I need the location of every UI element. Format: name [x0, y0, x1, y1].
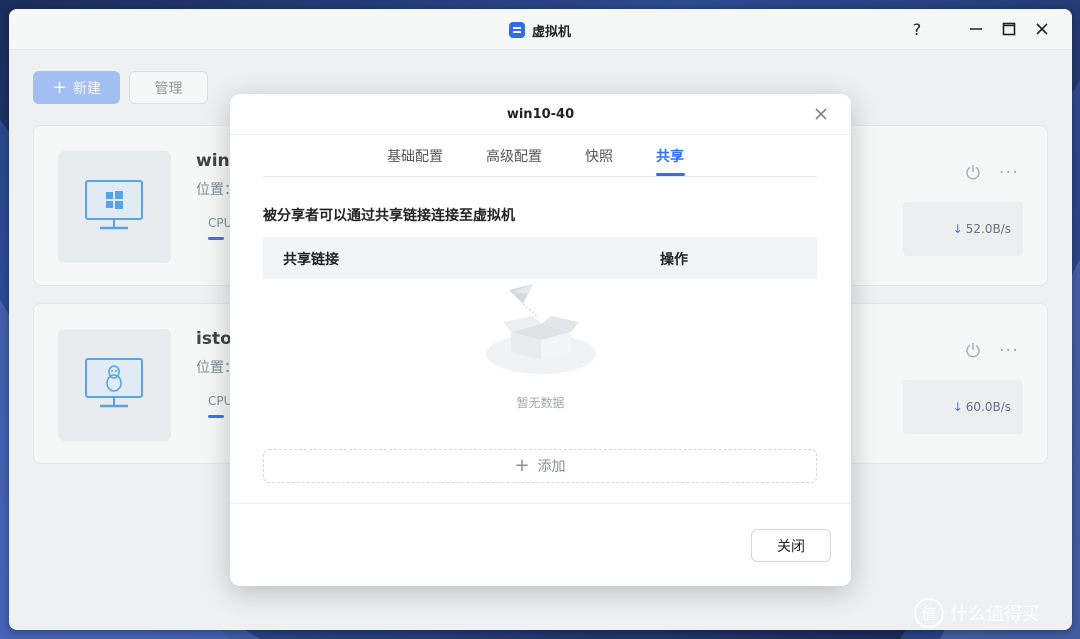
column-operations: 操作 [660, 252, 688, 268]
site-watermark: 值 什么值得买 [914, 598, 1040, 628]
tab-share[interactable]: 共享 [656, 146, 684, 166]
close-icon[interactable] [811, 104, 831, 124]
tab-basic-config[interactable]: 基础配置 [387, 146, 443, 166]
dialog-footer-divider [230, 503, 851, 504]
dialog-title: win10-40 [230, 94, 851, 135]
plus-icon: + [514, 455, 530, 476]
add-button-label: 添加 [537, 459, 566, 475]
watermark-logo: 值 [914, 598, 944, 628]
share-table-header: 共享链接 操作 [263, 237, 817, 279]
tab-snapshot[interactable]: 快照 [585, 146, 613, 166]
share-dialog: win10-40 基础配置 高级配置 快照 共享 被分享者可以通过共享链接连接至… [230, 94, 851, 586]
empty-box-icon [486, 284, 596, 374]
watermark-text: 什么值得买 [950, 604, 1040, 625]
column-share-link: 共享链接 [283, 252, 339, 268]
dialog-tabs: 基础配置 高级配置 快照 共享 [263, 135, 817, 177]
tab-advanced-config[interactable]: 高级配置 [486, 146, 542, 166]
close-button-label: 关闭 [777, 538, 805, 555]
add-share-link-button[interactable]: + 添加 [263, 449, 817, 483]
active-tab-indicator [656, 173, 685, 176]
empty-state-text: 暂无数据 [516, 396, 565, 410]
close-dialog-button[interactable]: 关闭 [751, 529, 831, 562]
share-description: 被分享者可以通过共享链接连接至虚拟机 [263, 208, 515, 224]
